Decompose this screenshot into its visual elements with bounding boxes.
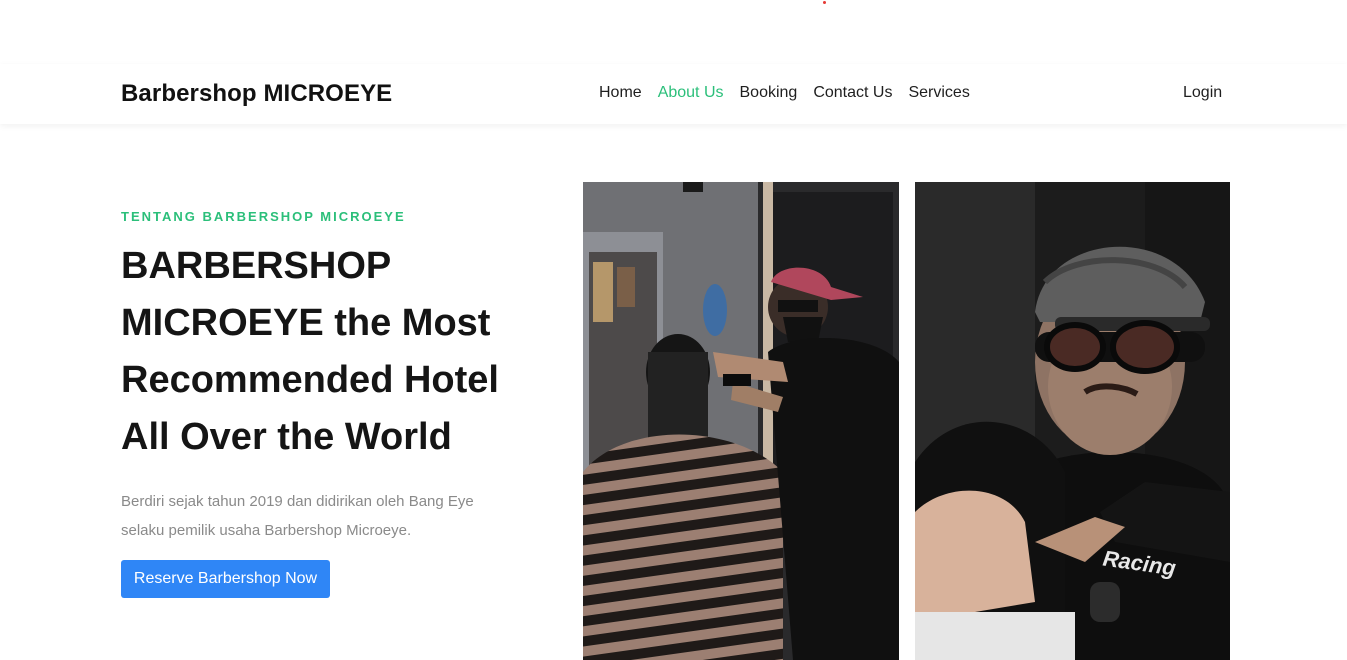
nav-services[interactable]: Services: [908, 84, 969, 102]
nav-home[interactable]: Home: [599, 84, 642, 102]
barber-photo-2: Racing: [915, 182, 1230, 660]
reserve-button[interactable]: Reserve Barbershop Now: [121, 560, 330, 598]
navbar: Barbershop MICROEYE Home About Us Bookin…: [0, 64, 1347, 124]
nav-about-us[interactable]: About Us: [658, 84, 724, 102]
hero-description: Berdiri sejak tahun 2019 dan didirikan o…: [121, 493, 474, 539]
nav-booking[interactable]: Booking: [740, 84, 798, 102]
nav-links: Home About Us Booking Contact Us Service…: [599, 84, 970, 102]
barber-photo-1: [583, 182, 899, 660]
hero-headline: BARBERSHOP MICROEYE the Most Recommended…: [121, 245, 499, 458]
login-link[interactable]: Login: [1183, 84, 1222, 102]
nav-contact-us[interactable]: Contact Us: [813, 84, 892, 102]
brand-logo[interactable]: Barbershop MICROEYE: [121, 80, 392, 108]
red-dot-decoration: [823, 1, 826, 4]
section-eyebrow: TENTANG BARBERSHOP MICROEYE: [121, 209, 406, 224]
